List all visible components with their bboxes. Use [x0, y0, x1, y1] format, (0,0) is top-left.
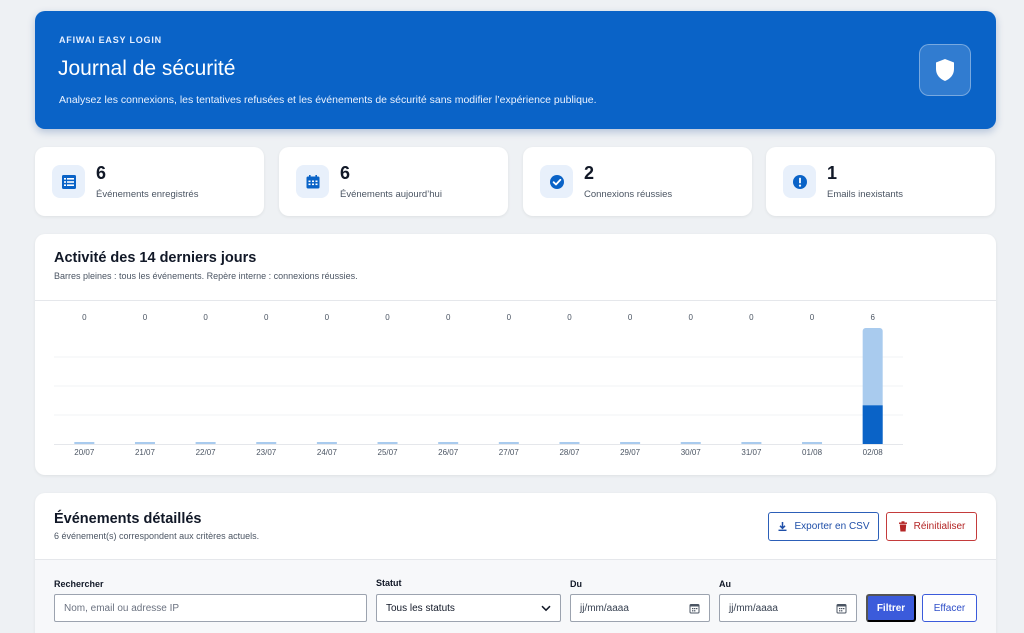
- bar-all-events[interactable]: [316, 442, 337, 444]
- calendar-icon[interactable]: [836, 603, 847, 614]
- date-from-input[interactable]: jj/mm/aaaa: [570, 594, 710, 622]
- stat-card-events-total: 6 Événements enregistrés: [35, 147, 264, 216]
- bar-value-label: 0: [203, 313, 208, 322]
- reset-label: Réinitialiser: [913, 521, 966, 532]
- bar-value-label: 0: [385, 313, 390, 322]
- bar-all-events[interactable]: [802, 442, 823, 444]
- bar-all-events[interactable]: [438, 442, 459, 444]
- events-card: Événements détaillés 6 événement(s) corr…: [35, 493, 996, 633]
- x-tick-label: 21/07: [135, 448, 156, 457]
- bar-all-events[interactable]: [680, 442, 701, 444]
- status-label: Statut: [376, 578, 402, 588]
- stat-card-events-today: 6 Événements aujourd’hui: [279, 147, 508, 216]
- stat-label: Connexions réussies: [584, 189, 673, 200]
- chevron-down-icon: [541, 605, 551, 611]
- date-from-label: Du: [570, 579, 582, 589]
- shield-badge: [919, 44, 971, 96]
- x-tick-label: 24/07: [317, 448, 338, 457]
- bar-all-events[interactable]: [195, 442, 216, 444]
- x-tick-label: 22/07: [196, 448, 217, 457]
- trash-icon: [898, 521, 907, 532]
- search-label: Rechercher: [54, 579, 104, 589]
- chart-title: Activité des 14 derniers jours: [54, 250, 257, 266]
- stat-value: 2: [584, 163, 595, 183]
- bar-all-events[interactable]: [559, 442, 580, 444]
- download-icon: [778, 522, 787, 531]
- bar-value-label: 0: [810, 313, 815, 322]
- stat-label: Emails inexistants: [827, 189, 904, 200]
- stat-label: Événements aujourd’hui: [340, 189, 442, 200]
- filters-panel: Rechercher Nom, email ou adresse IP Stat…: [35, 559, 996, 633]
- page-description: Analysez les connexions, les tentatives …: [59, 94, 597, 106]
- bar-value-label: 0: [749, 313, 754, 322]
- stat-label: Événements enregistrés: [96, 189, 199, 200]
- status-select[interactable]: Tous les statuts: [376, 594, 561, 622]
- bar-value-label: 0: [446, 313, 451, 322]
- app-name: AFIWAI EASY LOGIN: [59, 35, 162, 45]
- bar-all-events[interactable]: [498, 442, 519, 444]
- x-tick-label: 02/08: [863, 448, 884, 457]
- x-tick-label: 26/07: [438, 448, 459, 457]
- date-to-input[interactable]: jj/mm/aaaa: [719, 594, 857, 622]
- bar-all-events[interactable]: [377, 442, 398, 444]
- status-value: Tous les statuts: [386, 602, 455, 614]
- list-icon: [52, 165, 85, 198]
- calendar-icon: [296, 165, 329, 198]
- bar-value-label: 0: [567, 313, 572, 322]
- export-csv-button[interactable]: Exporter en CSV: [768, 512, 879, 541]
- events-title: Événements détaillés: [54, 511, 202, 527]
- search-placeholder: Nom, email ou adresse IP: [64, 602, 180, 614]
- date-to-value: jj/mm/aaaa: [729, 602, 778, 614]
- bar-value-label: 0: [689, 313, 694, 322]
- stat-value: 6: [96, 163, 107, 183]
- bar-all-events[interactable]: [74, 442, 95, 444]
- chart-subtitle: Barres pleines : tous les événements. Re…: [54, 271, 358, 281]
- x-tick-label: 25/07: [378, 448, 399, 457]
- filter-button[interactable]: Filtrer: [866, 594, 916, 622]
- alert-circle-icon: [783, 165, 816, 198]
- events-count-text: 6 événement(s) correspondent aux critère…: [54, 531, 260, 541]
- date-from-value: jj/mm/aaaa: [580, 602, 629, 614]
- search-input[interactable]: Nom, email ou adresse IP: [54, 594, 367, 622]
- shield-icon: [936, 59, 954, 81]
- export-csv-label: Exporter en CSV: [794, 521, 870, 532]
- x-tick-label: 01/08: [802, 448, 823, 457]
- x-tick-label: 20/07: [74, 448, 95, 457]
- bar-value-label: 0: [628, 313, 633, 322]
- bar-all-events[interactable]: [741, 442, 762, 444]
- x-tick-label: 30/07: [681, 448, 702, 457]
- clear-button[interactable]: Effacer: [922, 594, 977, 622]
- x-tick-label: 31/07: [741, 448, 762, 457]
- bar-value-label: 0: [507, 313, 512, 322]
- stat-value: 6: [340, 163, 351, 183]
- stat-card-successful-logins: 2 Connexions réussies: [523, 147, 752, 216]
- activity-bar-chart: 0 20/07 0 21/07 0 22/07 0 23/07 0 24/07 0 25/07 0 26/…: [54, 313, 903, 457]
- x-tick-label: 29/07: [620, 448, 641, 457]
- date-to-label: Au: [719, 579, 731, 589]
- page-header: AFIWAI EASY LOGIN Journal de sécurité An…: [35, 11, 996, 129]
- bar-all-events[interactable]: [256, 442, 277, 444]
- bar-value-label: 0: [264, 313, 269, 322]
- bar-value-label: 0: [82, 313, 87, 322]
- stat-card-unknown-emails: 1 Emails inexistants: [766, 147, 995, 216]
- x-tick-label: 28/07: [559, 448, 580, 457]
- bar-all-events[interactable]: [620, 442, 641, 444]
- activity-chart-card: Activité des 14 derniers jours Barres pl…: [35, 234, 996, 475]
- bar-value-label: 6: [870, 313, 875, 322]
- reset-button[interactable]: Réinitialiser: [886, 512, 977, 541]
- calendar-icon[interactable]: [689, 603, 700, 614]
- x-tick-label: 27/07: [499, 448, 520, 457]
- x-tick-label: 23/07: [256, 448, 277, 457]
- stat-value: 1: [827, 163, 838, 183]
- bar-all-events[interactable]: [134, 442, 155, 444]
- bar-successful-logins[interactable]: [862, 405, 883, 444]
- bar-value-label: 0: [143, 313, 148, 322]
- check-circle-icon: [540, 165, 573, 198]
- page-title: Journal de sécurité: [58, 57, 236, 80]
- bar-value-label: 0: [325, 313, 330, 322]
